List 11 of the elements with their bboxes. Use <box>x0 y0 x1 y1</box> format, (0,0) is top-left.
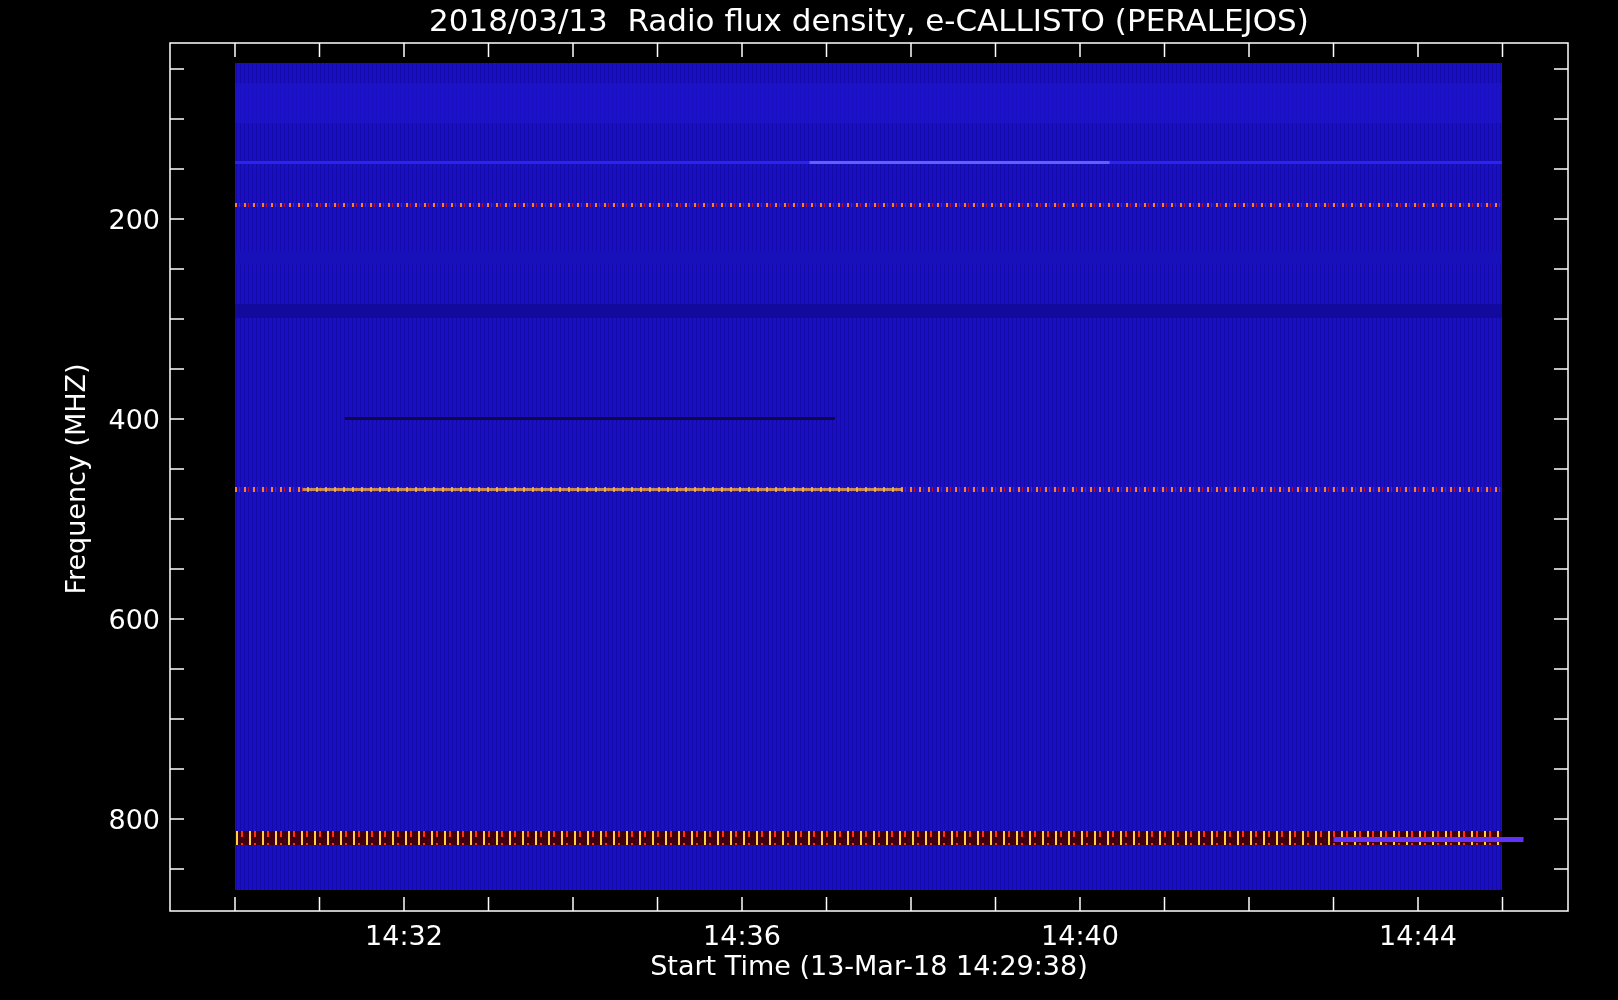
chart-title: 2018/03/13 Radio flux density, e-CALLISTO (PERALEJOS) <box>429 2 1309 38</box>
y-tick-label: 400 <box>108 404 160 435</box>
x-tick-label: 14:32 <box>365 920 443 951</box>
y-tick-label: 200 <box>108 204 160 235</box>
y-axis-label: Frequency (MHZ) <box>60 363 91 595</box>
x-axis-label: Start Time (13-Mar-18 14:29:38) <box>650 950 1088 981</box>
x-tick-label: 14:36 <box>703 920 781 951</box>
x-tick-label: 14:40 <box>1041 920 1119 951</box>
y-tick-label: 800 <box>108 804 160 835</box>
y-tick-label: 600 <box>108 604 160 635</box>
x-tick-label: 14:44 <box>1379 920 1457 951</box>
